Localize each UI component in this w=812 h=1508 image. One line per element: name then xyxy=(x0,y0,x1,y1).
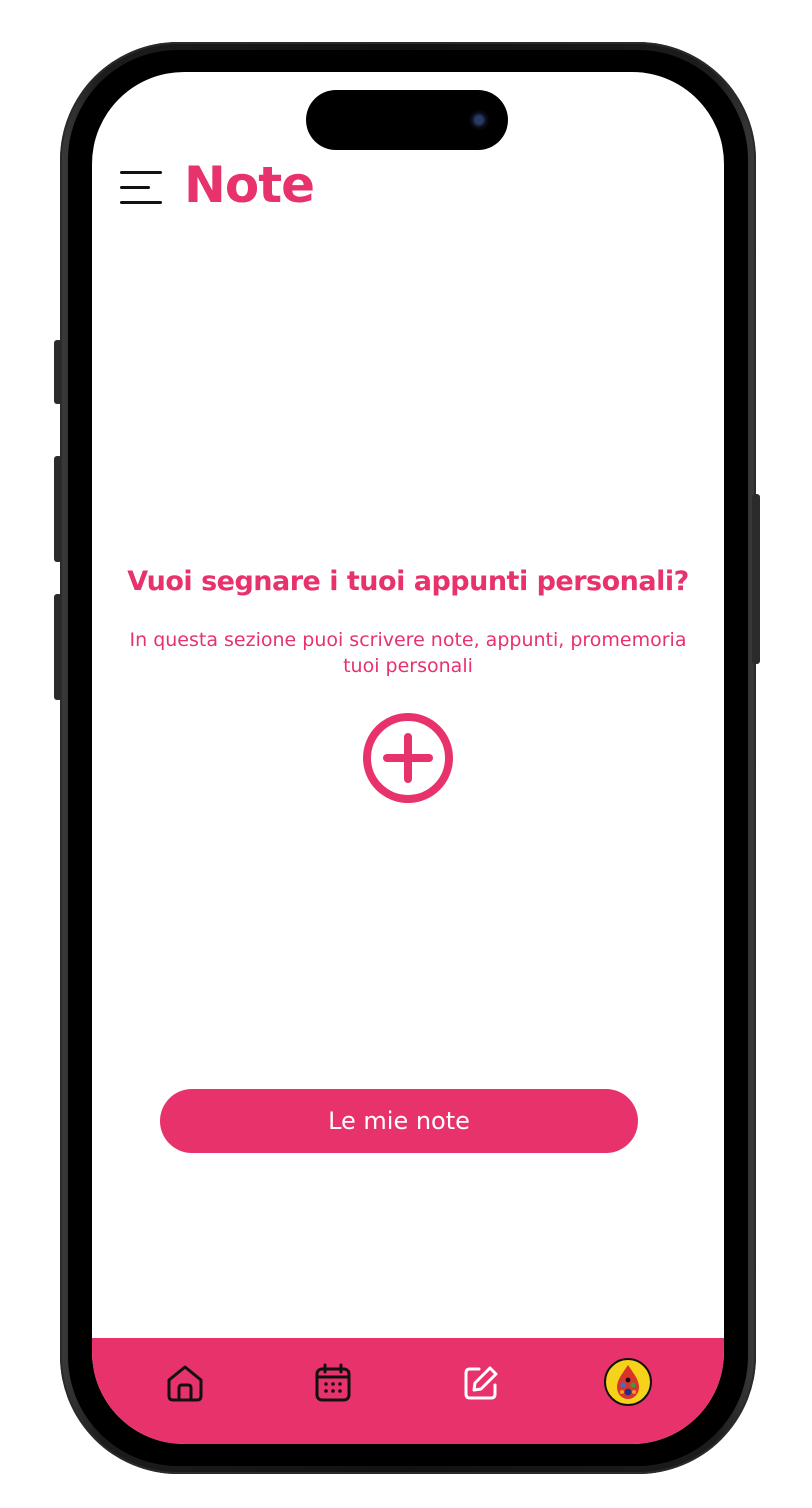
calendar-icon xyxy=(315,1363,351,1402)
profile-avatar[interactable] xyxy=(604,1358,652,1406)
empty-state-description: In questa sezione puoi scrivere note, ap… xyxy=(128,627,688,679)
edit-note-icon xyxy=(464,1366,498,1400)
plus-circle-icon xyxy=(363,713,453,803)
empty-state-heading: Vuoi segnare i tuoi appunti personali? xyxy=(127,566,689,597)
front-camera xyxy=(468,109,490,131)
dynamic-island xyxy=(306,90,508,150)
tab-home[interactable] xyxy=(162,1360,208,1406)
tab-notes[interactable] xyxy=(458,1360,504,1406)
avatar-image xyxy=(617,1365,639,1399)
volume-up-button xyxy=(54,456,62,562)
page-title: Note xyxy=(184,156,315,214)
add-note-button[interactable] xyxy=(362,712,454,804)
home-icon xyxy=(167,1365,203,1402)
tab-calendar[interactable] xyxy=(310,1360,356,1406)
empty-state-description-line-2: tuoi personali xyxy=(343,655,473,677)
bottom-tab-bar xyxy=(92,1338,724,1444)
volume-down-button xyxy=(54,594,62,700)
my-notes-button[interactable]: Le mie note xyxy=(160,1089,638,1153)
hamburger-menu-icon[interactable] xyxy=(118,170,164,206)
empty-state-description-line-1: In questa sezione puoi scrivere note, ap… xyxy=(129,629,687,651)
action-button xyxy=(54,340,62,404)
power-button xyxy=(752,494,760,664)
app-screen: Note Vuoi segnare i tuoi appunti persona… xyxy=(92,72,724,1444)
